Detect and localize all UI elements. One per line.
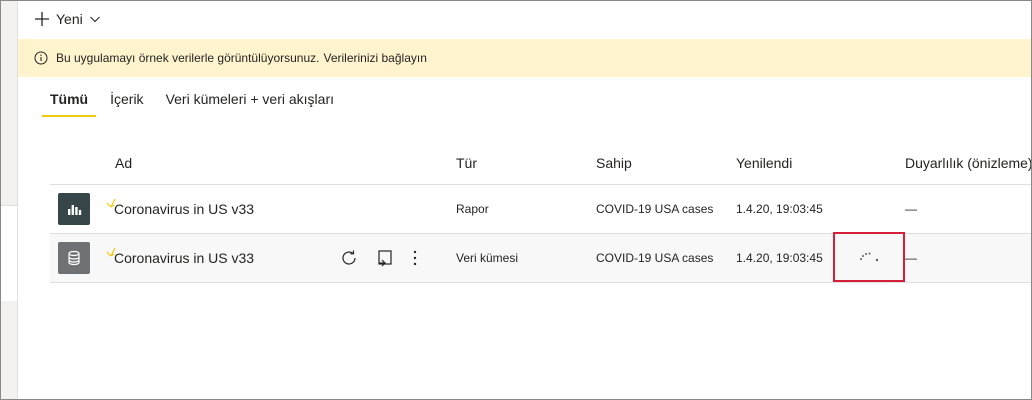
- item-refreshed: 1.4.20, 19:03:45: [736, 202, 823, 216]
- column-header-refreshed[interactable]: Yenilendi: [736, 155, 792, 171]
- content-tabs: Tümü İçerik Veri kümeleri + veri akışlar…: [41, 91, 356, 117]
- app-window: Yeni Bu uygulamayı örnek verilerle görün…: [0, 0, 1032, 400]
- banner-text: Bu uygulamayı örnek verilerle görüntülüy…: [56, 51, 320, 65]
- content-table: Ad Tür Sahip Yenilendi Duyarlılık (önizl…: [50, 141, 1031, 283]
- main-content: Yeni Bu uygulamayı örnek verilerle görün…: [17, 1, 1031, 399]
- more-options-icon[interactable]: [412, 249, 418, 267]
- table-row[interactable]: Coronavirus in US v33 Rapor COVID-19 USA…: [50, 185, 1031, 234]
- table-header: Ad Tür Sahip Yenilendi Duyarlılık (önizl…: [50, 141, 1031, 185]
- sample-data-banner: Bu uygulamayı örnek verilerle görüntülüy…: [18, 39, 1031, 77]
- left-nav-selected: [1, 205, 17, 301]
- tab-datasets-dataflows[interactable]: Veri kümeleri + veri akışları: [166, 91, 334, 115]
- item-owner: COVID-19 USA cases: [596, 251, 714, 265]
- connect-data-link[interactable]: Verilerinizi bağlayın: [323, 51, 426, 65]
- new-button-label: Yeni: [56, 11, 83, 27]
- item-name-link[interactable]: Coronavirus in US v33: [114, 234, 254, 282]
- chevron-down-icon: [89, 13, 101, 25]
- toolbar: Yeni: [18, 1, 1031, 37]
- plus-icon: [34, 11, 50, 27]
- column-header-sensitivity[interactable]: Duyarlılık (önizleme): [905, 155, 1031, 171]
- item-type: Rapor: [456, 202, 489, 216]
- new-button[interactable]: Yeni: [34, 11, 101, 27]
- item-type: Veri kümesi: [456, 251, 519, 265]
- item-owner: COVID-19 USA cases: [596, 202, 714, 216]
- column-header-name[interactable]: Ad: [115, 155, 132, 171]
- refresh-now-icon[interactable]: [340, 249, 358, 267]
- item-sensitivity: —: [905, 202, 917, 216]
- item-sensitivity: —: [905, 251, 917, 265]
- item-refreshed: 1.4.20, 19:03:45: [736, 251, 823, 265]
- row-actions: [340, 234, 418, 282]
- column-header-type[interactable]: Tür: [456, 155, 477, 171]
- schedule-refresh-icon[interactable]: [376, 249, 394, 267]
- dataset-icon: [58, 242, 90, 274]
- column-header-owner[interactable]: Sahip: [596, 155, 632, 171]
- report-icon: [58, 193, 90, 225]
- table-row[interactable]: Coronavirus in US v33 Veri kümesi COVID-…: [50, 232, 1031, 283]
- left-nav-strip: [1, 1, 17, 399]
- tab-content[interactable]: İçerik: [110, 91, 143, 115]
- item-name-link[interactable]: Coronavirus in US v33: [114, 185, 254, 233]
- tab-all[interactable]: Tümü: [41, 91, 97, 117]
- info-icon: [34, 51, 48, 65]
- highlight-box: [833, 232, 905, 282]
